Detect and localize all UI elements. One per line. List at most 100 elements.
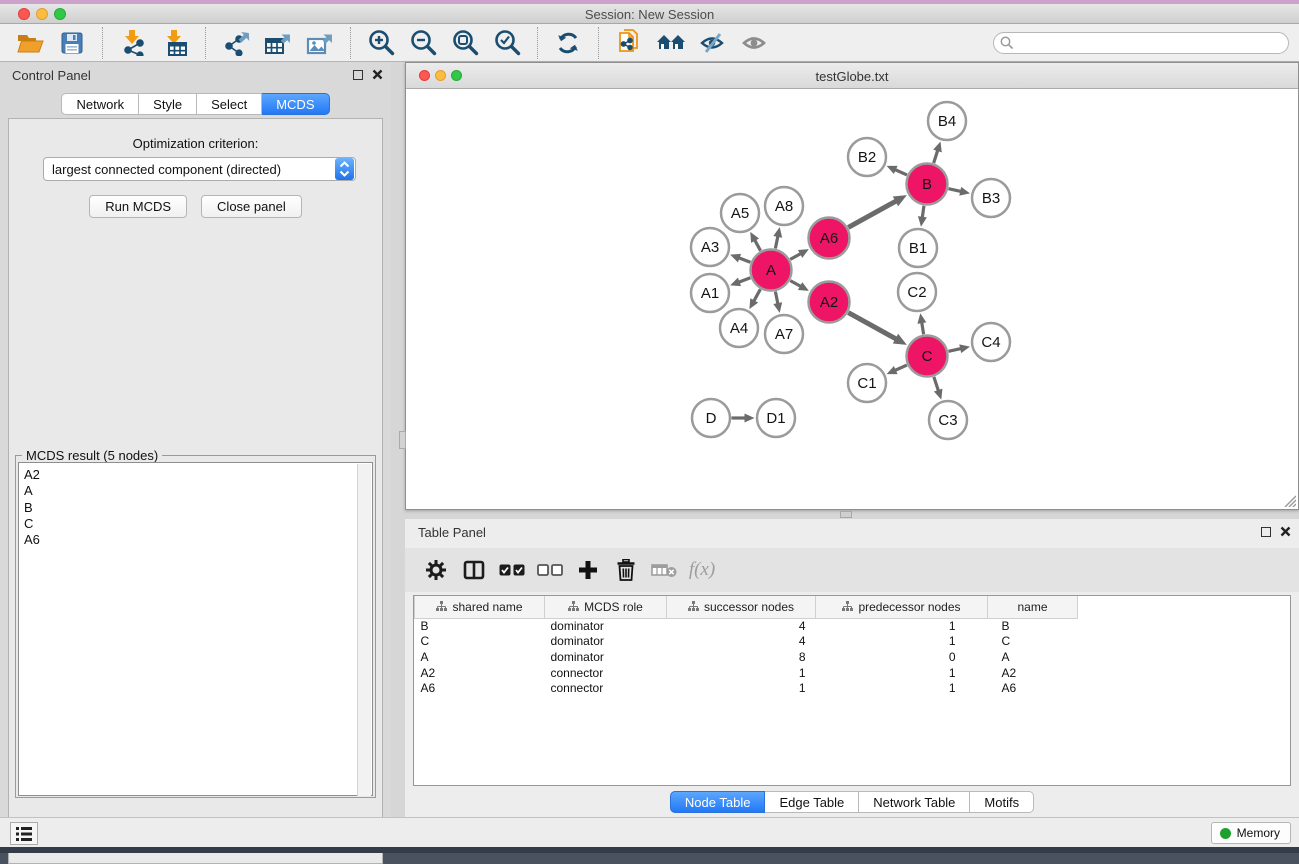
- graph-edge-C-C3[interactable]: [934, 377, 939, 392]
- table-cell[interactable]: 8: [667, 649, 816, 665]
- table-cell[interactable]: C: [415, 634, 545, 650]
- network-canvas[interactable]: B4B2BB3B1A5A8A6A3AA1C2A4A7A2CC4C1C3DD1: [406, 89, 1298, 509]
- float-panel-icon[interactable]: [1261, 527, 1271, 537]
- zoom-out-button[interactable]: [402, 26, 444, 60]
- graph-edge-A-A7[interactable]: [775, 292, 778, 306]
- show-all-button[interactable]: [734, 26, 776, 60]
- export-table-button[interactable]: [257, 26, 299, 60]
- table-cell[interactable]: 4: [667, 634, 816, 650]
- graph-edge-A-A5[interactable]: [754, 239, 760, 251]
- horizontal-splitter-knob[interactable]: [840, 511, 852, 518]
- add-column-button[interactable]: [569, 552, 607, 588]
- graph-edge-A-A1[interactable]: [738, 278, 751, 283]
- table-cell[interactable]: C: [988, 634, 1078, 650]
- graph-edge-B-B2[interactable]: [894, 169, 907, 175]
- table-cell[interactable]: A: [988, 649, 1078, 665]
- table-row[interactable]: Cdominator41C: [415, 634, 1289, 650]
- result-list-item[interactable]: B: [24, 500, 372, 516]
- tab-edge-table[interactable]: Edge Table: [765, 791, 859, 813]
- result-scrollbar-track[interactable]: [357, 464, 371, 796]
- close-panel-icon[interactable]: [372, 69, 383, 80]
- task-history-button[interactable]: [10, 822, 38, 845]
- table-cell[interactable]: A: [415, 649, 545, 665]
- tab-mcds[interactable]: MCDS: [262, 93, 329, 115]
- table-cell[interactable]: 1: [816, 665, 988, 681]
- network-window-titlebar[interactable]: testGlobe.txt: [406, 63, 1298, 89]
- table-cell[interactable]: 1: [816, 680, 988, 696]
- delete-button[interactable]: [607, 552, 645, 588]
- float-panel-icon[interactable]: [353, 70, 363, 80]
- splitter-knob[interactable]: [399, 431, 406, 449]
- show-column-panel-button[interactable]: [455, 552, 493, 588]
- select-all-button[interactable]: [493, 552, 531, 588]
- tab-style[interactable]: Style: [139, 93, 197, 115]
- table-cell[interactable]: connector: [545, 665, 667, 681]
- result-list-item[interactable]: A2: [24, 467, 372, 483]
- graph-edge-B-B4[interactable]: [934, 149, 938, 163]
- table-cell[interactable]: 1: [667, 665, 816, 681]
- table-cell[interactable]: 4: [667, 618, 816, 634]
- table-cell[interactable]: A2: [415, 665, 545, 681]
- delete-table-button[interactable]: [645, 552, 683, 588]
- result-list-item[interactable]: A: [24, 483, 372, 499]
- zoom-selected-button[interactable]: [486, 26, 528, 60]
- table-cell[interactable]: connector: [545, 680, 667, 696]
- tab-motifs[interactable]: Motifs: [970, 791, 1034, 813]
- import-table-button[interactable]: [154, 26, 196, 60]
- mcds-result-listbox[interactable]: A2ABCA6: [18, 462, 373, 796]
- table-cell[interactable]: 1: [816, 618, 988, 634]
- table-cell[interactable]: dominator: [545, 618, 667, 634]
- table-cell[interactable]: dominator: [545, 634, 667, 650]
- column-header-predecessor-nodes[interactable]: predecessor nodes: [816, 596, 988, 618]
- home-button[interactable]: [650, 26, 692, 60]
- close-panel-button[interactable]: Close panel: [201, 195, 302, 218]
- zoom-fit-button[interactable]: [444, 26, 486, 60]
- save-session-button[interactable]: [51, 26, 93, 60]
- zoom-in-button[interactable]: [360, 26, 402, 60]
- graph-edge-A2-C[interactable]: [848, 313, 897, 340]
- column-header-shared-name[interactable]: shared name: [415, 596, 545, 618]
- table-cell[interactable]: A2: [988, 665, 1078, 681]
- table-row[interactable]: Bdominator41B: [415, 618, 1289, 634]
- node-table-viewport[interactable]: shared nameMCDS rolesuccessor nodesprede…: [413, 595, 1291, 786]
- open-session-button[interactable]: [9, 26, 51, 60]
- close-panel-icon[interactable]: [1280, 526, 1291, 537]
- table-cell[interactable]: 0: [816, 649, 988, 665]
- column-header-MCDS-role[interactable]: MCDS role: [545, 596, 667, 618]
- resize-grip-icon[interactable]: [1283, 494, 1296, 507]
- table-cell[interactable]: A6: [415, 680, 545, 696]
- table-row[interactable]: Adominator80A: [415, 649, 1289, 665]
- table-cell[interactable]: A6: [988, 680, 1078, 696]
- column-header-successor-nodes[interactable]: successor nodes: [667, 596, 816, 618]
- result-list-item[interactable]: C: [24, 516, 372, 532]
- hide-selected-button[interactable]: [692, 26, 734, 60]
- function-builder-button[interactable]: f(x): [683, 552, 721, 588]
- graph-edge-B-B3[interactable]: [948, 189, 962, 192]
- memory-button[interactable]: Memory: [1211, 822, 1291, 844]
- tab-network-table[interactable]: Network Table: [859, 791, 970, 813]
- run-mcds-button[interactable]: Run MCDS: [89, 195, 187, 218]
- table-row[interactable]: A6connector11A6: [415, 680, 1289, 696]
- duplicate-network-button[interactable]: [608, 26, 650, 60]
- tab-select[interactable]: Select: [197, 93, 262, 115]
- table-row[interactable]: A2connector11A2: [415, 665, 1289, 681]
- graph-edge-C-C4[interactable]: [948, 348, 962, 351]
- graph-edge-C-C1[interactable]: [894, 365, 907, 371]
- optimization-criterion-dropdown[interactable]: largest connected component (directed): [43, 157, 356, 181]
- result-list-item[interactable]: A6: [24, 532, 372, 548]
- export-network-button[interactable]: [215, 26, 257, 60]
- graph-edge-A-A8[interactable]: [775, 235, 778, 249]
- graph-edge-A-A4[interactable]: [753, 289, 760, 302]
- import-network-button[interactable]: [112, 26, 154, 60]
- table-cell[interactable]: 1: [667, 680, 816, 696]
- column-header-name[interactable]: name: [988, 596, 1078, 618]
- table-cell[interactable]: B: [988, 618, 1078, 634]
- search-input[interactable]: [993, 32, 1289, 54]
- graph-edge-A6-B[interactable]: [848, 200, 897, 227]
- refresh-button[interactable]: [547, 26, 589, 60]
- export-image-button[interactable]: [299, 26, 341, 60]
- graph-edge-A-A3[interactable]: [738, 257, 751, 262]
- table-settings-button[interactable]: [417, 552, 455, 588]
- deselect-all-button[interactable]: [531, 552, 569, 588]
- table-cell[interactable]: B: [415, 618, 545, 634]
